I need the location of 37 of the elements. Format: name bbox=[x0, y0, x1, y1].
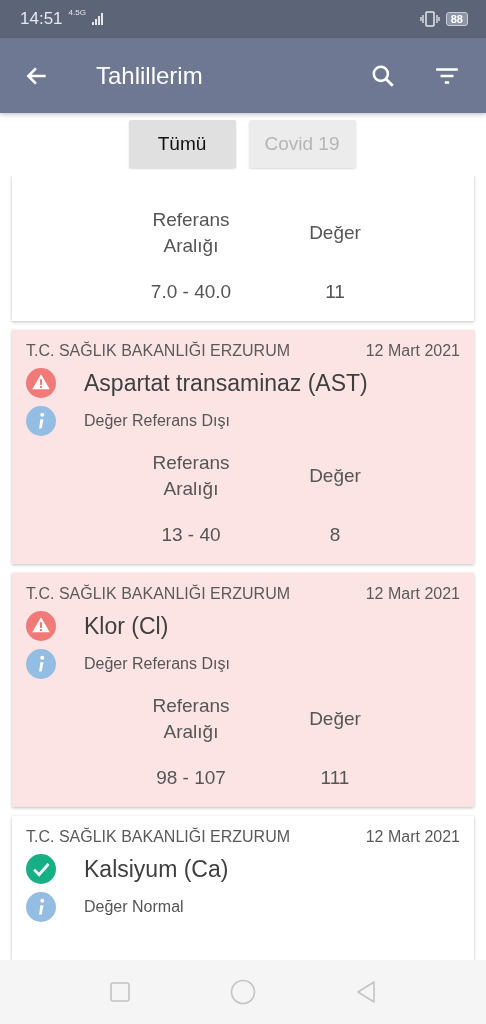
column-header: Değer bbox=[308, 464, 362, 488]
institution-name: T.C. SAĞLIK BAKANLIĞI ERZURUM bbox=[26, 828, 291, 846]
test-name: Aspartat transaminaz (AST) bbox=[84, 369, 368, 397]
result-date: 12 Mart 2021 bbox=[365, 585, 460, 603]
reference-range: 13 - 40 bbox=[160, 524, 222, 546]
column-header: Değer bbox=[308, 221, 362, 245]
column-header: Referans Aralığı bbox=[151, 694, 231, 744]
institution-name: T.C. SAĞLIK BAKANLIĞI ERZURUM bbox=[26, 585, 291, 603]
result-date: 12 Mart 2021 bbox=[365, 828, 460, 846]
column-header: Değer bbox=[308, 707, 362, 731]
result-value: 111 bbox=[319, 767, 351, 789]
test-name: Klor (Cl) bbox=[84, 612, 169, 640]
warning-icon bbox=[26, 368, 56, 398]
result-date: 12 Mart 2021 bbox=[365, 342, 460, 360]
category-tab[interactable]: Tümü bbox=[128, 120, 236, 168]
warning-icon bbox=[26, 611, 56, 641]
signal-icon bbox=[91, 13, 104, 25]
network-type: 4.5G bbox=[68, 8, 86, 17]
page-title: Tahlillerim bbox=[96, 61, 204, 90]
reference-range: 98 - 107 bbox=[155, 767, 227, 789]
result-status: Değer Normal bbox=[84, 898, 184, 916]
reference-range: 7.0 - 40.0 bbox=[149, 281, 233, 303]
result-status: Değer Referans Dışı bbox=[84, 655, 230, 673]
battery-level: 88 bbox=[445, 12, 468, 26]
institution-name: T.C. SAĞLIK BAKANLIĞI ERZURUM bbox=[26, 342, 291, 360]
status-time: 14:51 bbox=[20, 9, 63, 29]
result-status: Değer Referans Dışı bbox=[84, 412, 230, 430]
info-icon bbox=[26, 406, 56, 436]
result-value: 11 bbox=[324, 281, 346, 303]
column-header: Referans Aralığı bbox=[151, 451, 231, 501]
column-header: Referans Aralığı bbox=[151, 208, 231, 258]
info-icon bbox=[26, 649, 56, 679]
vibrate-icon bbox=[419, 11, 440, 27]
test-name: Kalsiyum (Ca) bbox=[84, 855, 229, 883]
check-icon bbox=[26, 854, 56, 884]
result-value: 8 bbox=[328, 524, 342, 546]
info-icon bbox=[26, 892, 56, 922]
